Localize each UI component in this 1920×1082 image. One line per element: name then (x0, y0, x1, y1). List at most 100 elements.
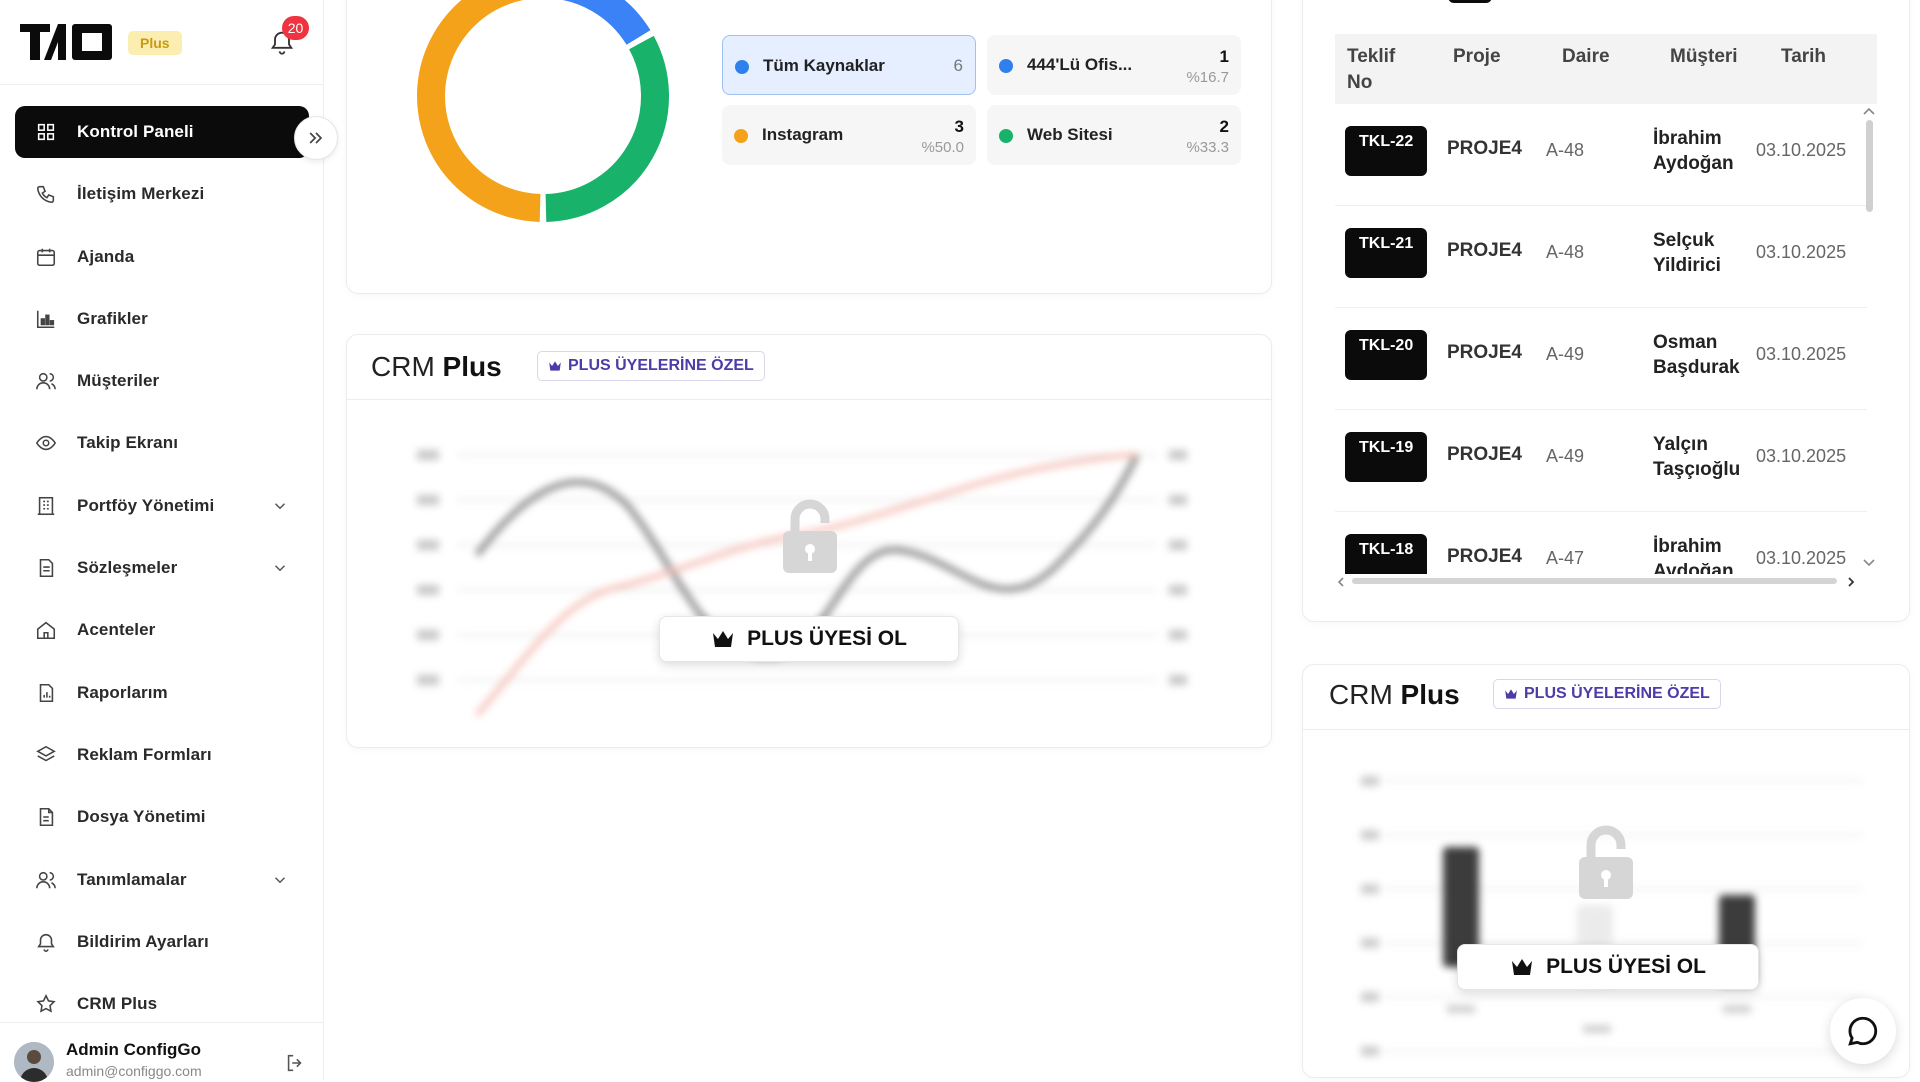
logout-icon[interactable] (284, 1052, 306, 1074)
sidebar-item-takip-ekrani[interactable]: Takip Ekranı (15, 417, 309, 469)
crm-plus-title: CRM Plus (1329, 679, 1460, 711)
card-divider (1303, 729, 1909, 730)
source-name: Instagram (762, 125, 844, 144)
crm-plus-bar-card: CRM Plus PLUS ÜYELERİNE ÖZEL PLUS ÜYESİ … (1302, 664, 1910, 1078)
sidebar-item-sozlesmeler[interactable]: Sözleşmeler (15, 542, 309, 594)
offer-customer: Yalçın Taşçıoğlu (1653, 434, 1741, 480)
sidebar-item-portfoy-yonetimi[interactable]: Portföy Yönetimi (15, 480, 309, 532)
sidebar-item-label: CRM Plus (77, 994, 158, 1014)
crown-icon (548, 360, 562, 372)
table-row[interactable]: TKL-18 PROJE4 A-47 İbrahim Aydoğan 03.10… (1335, 512, 1867, 574)
table-row[interactable]: TKL-20 PROJE4 A-49 Osman Başdurak 03.10.… (1335, 308, 1867, 410)
donut-slice-444-l-ofis-[interactable] (546, 0, 651, 46)
file-icon (35, 806, 57, 828)
offer-project: PROJE4 (1447, 138, 1522, 159)
plus-upgrade-button[interactable]: PLUS ÜYESİ OL (659, 616, 959, 662)
offer-no-badge[interactable]: TKL-19 (1345, 432, 1427, 482)
crown-icon (711, 629, 735, 649)
notification-count-badge: 20 (282, 16, 309, 40)
user-profile[interactable]: Admin ConfigGo admin@configgo.com (14, 1038, 314, 1082)
sidebar-item-kontrol-paneli[interactable]: Kontrol Paneli (15, 106, 309, 158)
sidebar-item-label: Müşteriler (77, 371, 160, 391)
table-vertical-scrollbar[interactable] (1866, 120, 1873, 212)
offer-unit: A-49 (1546, 344, 1585, 364)
source-filter-444-ofis[interactable]: 444'Lü Ofis... 1 %16.7 (987, 35, 1241, 95)
offer-unit: A-48 (1546, 140, 1585, 160)
document-icon (35, 557, 57, 579)
crm-plus-title-bold: Plus (442, 351, 502, 382)
scroll-left-arrow-icon[interactable] (1336, 576, 1346, 588)
column-header-musteri[interactable]: Müşteri (1670, 44, 1738, 70)
scroll-down-arrow-icon[interactable] (1862, 558, 1876, 568)
source-percent: %50.0 (921, 139, 964, 156)
offer-no-badge[interactable]: TKL-20 (1345, 330, 1427, 380)
sidebar-item-musteriler[interactable]: Müşteriler (15, 355, 309, 407)
source-count: 2 (1219, 117, 1229, 136)
offer-date: 03.10.2025 (1756, 242, 1847, 262)
sidebar-item-label: Tanımlamalar (77, 869, 187, 889)
plus-upgrade-label: PLUS ÜYESİ OL (1546, 955, 1706, 978)
sidebar-item-iletisim-merkezi[interactable]: İletişim Merkezi (15, 168, 309, 220)
offer-customer: Osman Başdurak (1653, 332, 1740, 378)
source-name: 444'Lü Ofis... (1027, 55, 1133, 74)
source-name: Web Sitesi (1027, 125, 1113, 144)
sidebar-item-ajanda[interactable]: Ajanda (15, 231, 309, 283)
bar-chart-icon (35, 308, 57, 330)
column-header-tarih[interactable]: Tarih (1781, 44, 1826, 70)
sidebar-item-bildirim-ayarlari[interactable]: Bildirim Ayarları (15, 916, 309, 968)
sidebar-item-dosya-yonetimi[interactable]: Dosya Yönetimi (15, 791, 309, 843)
sidebar-item-label: Raporlarım (77, 682, 168, 702)
user-name: Admin ConfigGo (66, 1040, 202, 1059)
crm-plus-line-card: CRM Plus PLUS ÜYELERİNE ÖZEL PLUS ÜYESİ … (346, 334, 1272, 748)
sidebar-item-label: Grafikler (77, 308, 148, 328)
offer-no-badge[interactable]: TKL-18 (1345, 534, 1427, 574)
sidebar-item-label: Kontrol Paneli (77, 122, 194, 141)
offer-project: PROJE4 (1447, 444, 1522, 465)
chevron-down-icon[interactable] (271, 871, 289, 889)
plus-exclusive-tag: PLUS ÜYELERİNE ÖZEL (537, 351, 765, 381)
sidebar-item-label: Ajanda (77, 246, 135, 266)
column-header-teklif-no[interactable]: Teklif No (1347, 44, 1417, 96)
users-icon (35, 869, 57, 891)
chevron-down-icon[interactable] (271, 559, 289, 577)
donut-slice-instagram[interactable] (417, 0, 541, 222)
source-percent: %16.7 (1186, 69, 1229, 86)
crm-plus-title-prefix: CRM (371, 351, 435, 382)
table-row[interactable]: TKL-21 PROJE4 A-48 Selçuk Yildirici 03.1… (1335, 206, 1867, 308)
avatar[interactable] (14, 1042, 54, 1082)
chevron-down-icon[interactable] (271, 497, 289, 515)
plus-upgrade-label: PLUS ÜYESİ OL (747, 627, 907, 650)
sidebar-collapse-button[interactable] (294, 116, 338, 160)
table-horizontal-scrollbar[interactable] (1352, 578, 1837, 584)
source-filter-web-sitesi[interactable]: Web Sitesi 2 %33.3 (987, 105, 1241, 165)
column-header-daire[interactable]: Daire (1562, 44, 1610, 70)
donut-slice-web-sitesi[interactable] (545, 35, 669, 222)
sidebar: Plus 20 Kontrol Paneli İletişim Merkezi … (0, 0, 324, 1082)
sidebar-item-grafikler[interactable]: Grafikler (15, 293, 309, 345)
offer-date: 03.10.2025 (1756, 140, 1847, 160)
scroll-up-arrow-icon[interactable] (1862, 106, 1876, 116)
sidebar-item-acenteler[interactable]: Acenteler (15, 604, 309, 656)
eye-icon (35, 432, 57, 454)
app-logo[interactable] (20, 22, 113, 62)
table-row[interactable]: TKL-22 PROJE4 A-48 İbrahim Aydoğan 03.10… (1335, 104, 1867, 206)
plus-upgrade-button[interactable]: PLUS ÜYESİ OL (1457, 944, 1759, 990)
grid-icon (35, 121, 57, 143)
sidebar-item-label: Dosya Yönetimi (77, 807, 206, 827)
source-filter-all[interactable]: Tüm Kaynaklar 6 (722, 35, 976, 95)
sidebar-item-tanimlamalar[interactable]: Tanımlamalar (15, 854, 309, 906)
offers-table-body[interactable]: TKL-22 PROJE4 A-48 İbrahim Aydoğan 03.10… (1335, 104, 1867, 574)
source-count: 1 (1219, 47, 1229, 66)
table-row[interactable]: TKL-19 PROJE4 A-49 Yalçın Taşçıoğlu 03.1… (1335, 410, 1867, 512)
sidebar-item-reklam-formlari[interactable]: Reklam Formları (15, 729, 309, 781)
sidebar-item-raporlarim[interactable]: Raporlarım (15, 667, 309, 719)
crown-icon (1504, 688, 1518, 700)
offer-no-badge[interactable]: TKL-21 (1345, 228, 1427, 278)
report-icon (35, 682, 57, 704)
offer-no-badge[interactable]: TKL-22 (1345, 126, 1427, 176)
chat-button[interactable] (1830, 998, 1896, 1064)
scroll-right-arrow-icon[interactable] (1846, 576, 1856, 588)
column-header-proje[interactable]: Proje (1453, 44, 1501, 70)
source-filter-instagram[interactable]: Instagram 3 %50.0 (722, 105, 976, 165)
sidebar-item-label: Takip Ekranı (77, 433, 179, 453)
